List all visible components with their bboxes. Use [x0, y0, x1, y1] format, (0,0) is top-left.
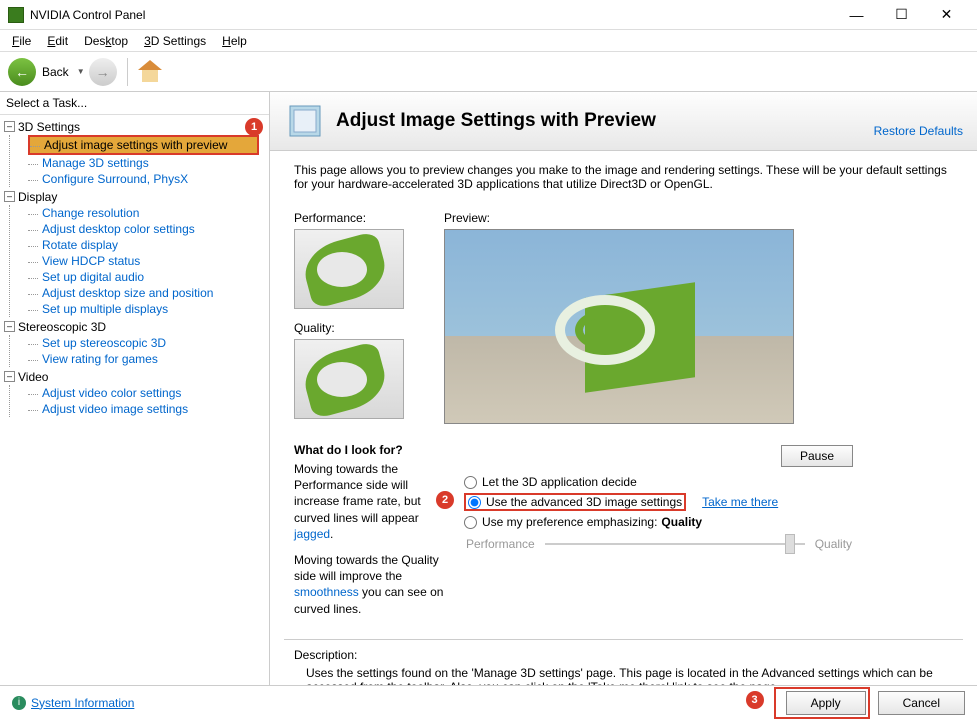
- app-icon: [8, 7, 24, 23]
- menu-3d-settings[interactable]: 3D Settings: [136, 32, 214, 50]
- tree-item-desktop-size[interactable]: Adjust desktop size and position: [28, 285, 269, 301]
- radio-label-let-app: Let the 3D application decide: [482, 475, 637, 489]
- pause-button[interactable]: Pause: [781, 445, 853, 467]
- tree-item-hdcp-status[interactable]: View HDCP status: [28, 253, 269, 269]
- tree-item-change-resolution[interactable]: Change resolution: [28, 205, 269, 221]
- collapse-icon[interactable]: –: [4, 321, 15, 332]
- performance-preview-thumb: [294, 229, 404, 309]
- toolbar-separator: [127, 58, 128, 86]
- tree-group-stereoscopic[interactable]: – Stereoscopic 3D: [0, 319, 269, 335]
- sidebar-title: Select a Task...: [0, 92, 269, 115]
- take-me-there-link[interactable]: Take me there: [702, 495, 778, 509]
- info-icon: i: [12, 696, 26, 710]
- slider-right-label: Quality: [815, 537, 852, 551]
- description-title: Description:: [294, 648, 953, 662]
- footer: i System Information 3 Apply Cancel: [0, 685, 977, 719]
- radio-label-preference: Use my preference emphasizing:: [482, 515, 657, 529]
- quality-preview-thumb: [294, 339, 404, 419]
- tree-item-multiple-displays[interactable]: Set up multiple displays: [28, 301, 269, 317]
- look-for-title: What do I look for?: [294, 443, 444, 457]
- menu-edit[interactable]: Edit: [39, 32, 76, 50]
- tree-item-rotate-display[interactable]: Rotate display: [28, 237, 269, 253]
- tree-item-video-image[interactable]: Adjust video image settings: [28, 401, 269, 417]
- sidebar: Select a Task... – 3D Settings 1 Adjust …: [0, 92, 270, 685]
- tree-item-rating-games[interactable]: View rating for games: [28, 351, 269, 367]
- tree-item-adjust-image-settings[interactable]: Adjust image settings with preview: [28, 135, 259, 155]
- window-title: NVIDIA Control Panel: [30, 8, 834, 22]
- menu-help[interactable]: Help: [214, 32, 255, 50]
- look-for-text-1: Moving towards the Performance side will…: [294, 461, 444, 542]
- toolbar: ← Back ▼ →: [0, 52, 977, 92]
- close-button[interactable]: ✕: [924, 1, 969, 29]
- preference-value: Quality: [661, 515, 702, 529]
- system-information-link[interactable]: System Information: [31, 696, 134, 710]
- preview-label: Preview:: [444, 211, 953, 225]
- cancel-button[interactable]: Cancel: [878, 691, 965, 715]
- tree-item-configure-surround[interactable]: Configure Surround, PhysX: [28, 171, 269, 187]
- tree-item-desktop-color[interactable]: Adjust desktop color settings: [28, 221, 269, 237]
- home-button[interactable]: [138, 60, 162, 84]
- forward-button[interactable]: →: [89, 58, 117, 86]
- menu-desktop[interactable]: Desktop: [76, 32, 136, 50]
- smoothness-link[interactable]: smoothness: [294, 585, 359, 599]
- annotation-badge-3: 3: [746, 691, 764, 709]
- look-for-text-2: Moving towards the Quality side will imp…: [294, 552, 444, 617]
- performance-label: Performance:: [294, 211, 424, 225]
- collapse-icon[interactable]: –: [4, 121, 15, 132]
- radio-my-preference[interactable]: [464, 516, 477, 529]
- titlebar: NVIDIA Control Panel — ☐ ✕: [0, 0, 977, 30]
- page-header-icon: [284, 100, 326, 142]
- page-intro: This page allows you to preview changes …: [270, 151, 977, 203]
- apply-button[interactable]: Apply: [786, 691, 866, 715]
- quality-slider-row: Performance Quality: [464, 531, 953, 557]
- menu-file[interactable]: File: [4, 32, 39, 50]
- collapse-icon[interactable]: –: [4, 371, 15, 382]
- tree-group-video[interactable]: – Video: [0, 369, 269, 385]
- task-tree: – 3D Settings 1 Adjust image settings wi…: [0, 115, 269, 423]
- tree-group-display[interactable]: – Display: [0, 189, 269, 205]
- tree-group-3d-settings[interactable]: – 3D Settings 1: [0, 119, 269, 135]
- radio-advanced-3d[interactable]: [468, 496, 481, 509]
- back-button[interactable]: ←: [8, 58, 36, 86]
- content-pane: Adjust Image Settings with Preview Resto…: [270, 92, 977, 685]
- description-text: Uses the settings found on the 'Manage 3…: [294, 666, 953, 685]
- maximize-button[interactable]: ☐: [879, 1, 924, 29]
- minimize-button[interactable]: —: [834, 1, 879, 29]
- preview-3d-viewport: [444, 229, 794, 424]
- back-dropdown-icon[interactable]: ▼: [77, 67, 85, 76]
- tree-item-video-color[interactable]: Adjust video color settings: [28, 385, 269, 401]
- quality-slider[interactable]: [545, 543, 805, 545]
- radio-label-advanced: Use the advanced 3D image settings: [486, 495, 682, 509]
- page-header: Adjust Image Settings with Preview Resto…: [270, 92, 977, 151]
- collapse-icon[interactable]: –: [4, 191, 15, 202]
- slider-thumb[interactable]: [785, 534, 795, 554]
- radio-let-app-decide[interactable]: [464, 476, 477, 489]
- annotation-badge-1: 1: [245, 118, 263, 136]
- annotation-badge-2: 2: [436, 491, 454, 509]
- tree-item-setup-stereo[interactable]: Set up stereoscopic 3D: [28, 335, 269, 351]
- tree-item-manage-3d[interactable]: Manage 3D settings: [28, 155, 269, 171]
- page-title: Adjust Image Settings with Preview: [336, 110, 874, 132]
- back-label: Back: [42, 65, 69, 79]
- jagged-link[interactable]: jagged: [294, 527, 330, 541]
- tree-item-digital-audio[interactable]: Set up digital audio: [28, 269, 269, 285]
- slider-left-label: Performance: [466, 537, 535, 551]
- menubar: File Edit Desktop 3D Settings Help: [0, 30, 977, 52]
- restore-defaults-link[interactable]: Restore Defaults: [874, 124, 963, 138]
- quality-label: Quality:: [294, 321, 424, 335]
